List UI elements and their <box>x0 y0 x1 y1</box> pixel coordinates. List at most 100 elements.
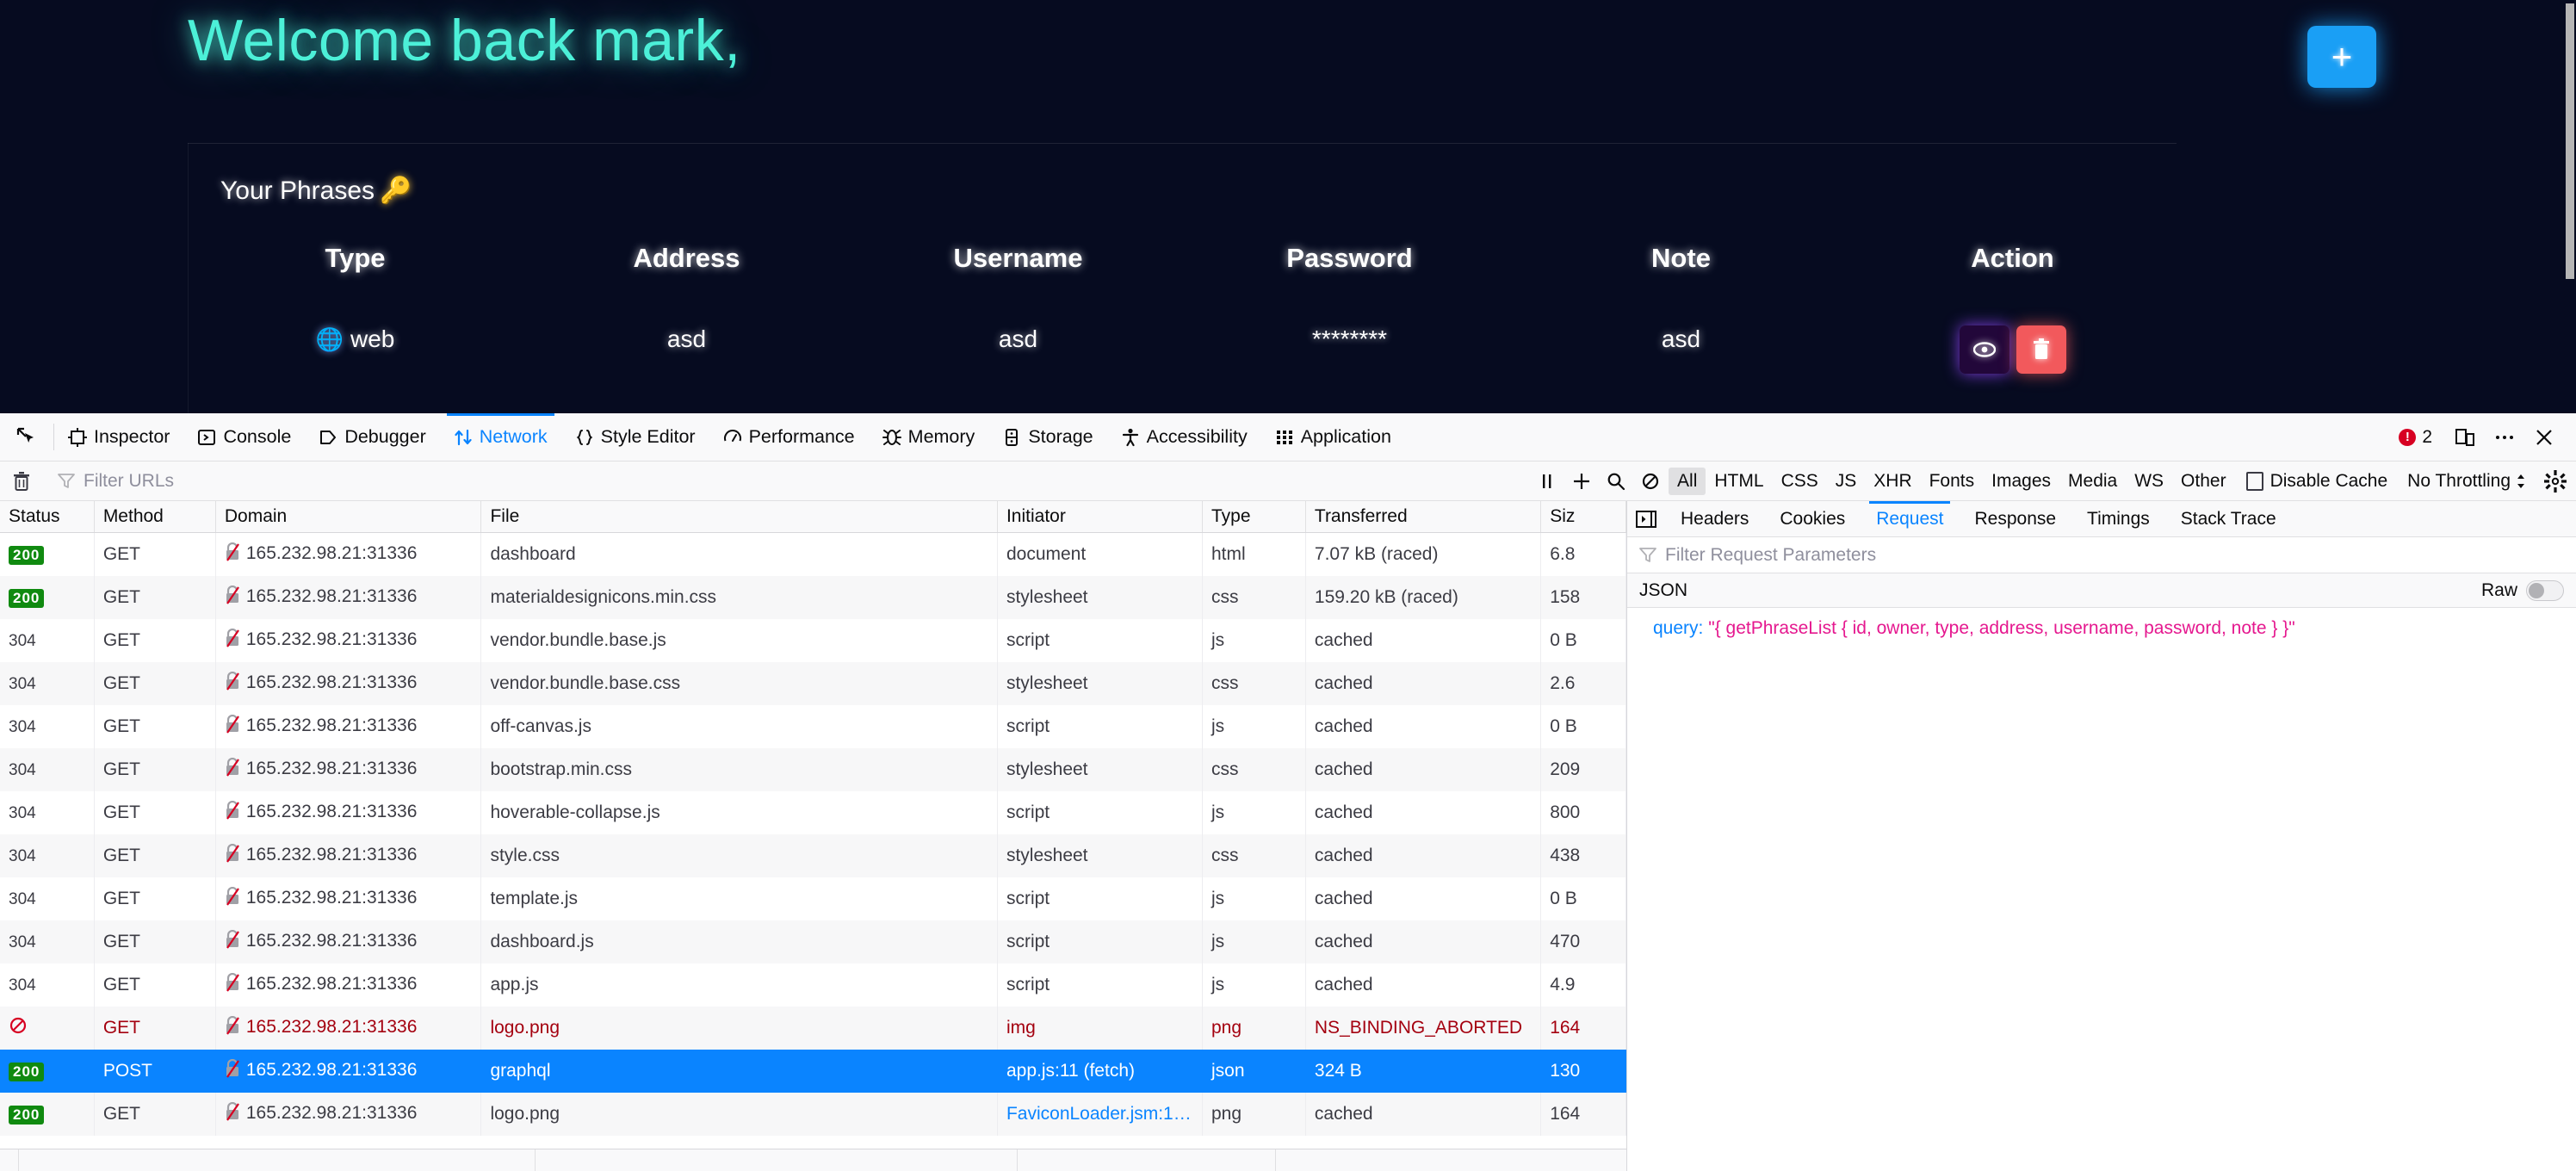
details-tab-request[interactable]: Request <box>1861 501 1959 536</box>
type-filter-fonts[interactable]: Fonts <box>1921 468 1984 495</box>
col-status[interactable]: Status <box>0 501 95 533</box>
cell-transferred: cached <box>1305 1092 1542 1136</box>
table-row[interactable]: 304 GET 165.232.98.21:31336 app.js script js c… <box>0 963 1626 1007</box>
cell-domain: 165.232.98.21:31336 <box>215 747 482 791</box>
tab-performance[interactable]: Performance <box>709 413 869 461</box>
table-row[interactable]: 304 GET 165.232.98.21:31336 vendor.bundle.b… <box>0 618 1626 662</box>
web-app-viewport: Welcome back mark, + Your Phrases 🔑 Type … <box>0 0 2576 413</box>
table-row[interactable]: 200 GET 165.232.98.21:31336 dashboard docume… <box>0 532 1626 576</box>
table-row[interactable]: 304 GET 165.232.98.21:31336 template.js scri… <box>0 877 1626 920</box>
devtools-close-button[interactable] <box>2524 420 2564 455</box>
type-filter-js[interactable]: JS <box>1827 468 1866 495</box>
col-size[interactable]: Siz <box>1540 501 1626 533</box>
tab-style-editor[interactable]: Style Editor <box>561 413 709 461</box>
cell-status: 304 <box>0 963 95 1007</box>
tab-memory[interactable]: Memory <box>869 413 989 461</box>
table-row[interactable]: 304 GET 165.232.98.21:31336 off-canvas.js sc… <box>0 704 1626 748</box>
devtools-more-options-button[interactable] <box>2485 420 2524 455</box>
raw-toggle-group[interactable]: Raw <box>2480 579 2564 601</box>
filter-request-parameters-input[interactable]: Filter Request Parameters <box>1627 537 2576 573</box>
broken-lock-icon <box>225 1015 240 1040</box>
tab-console[interactable]: Console <box>183 413 305 461</box>
add-phrase-button[interactable]: + <box>2307 26 2376 88</box>
filter-urls-placeholder: Filter URLs <box>84 470 175 491</box>
table-row[interactable]: 304 GET 165.232.98.21:31336 hoverable-colla… <box>0 790 1626 834</box>
type-filter-xhr[interactable]: XHR <box>1865 468 1920 495</box>
block-requests-button[interactable] <box>1633 466 1668 497</box>
details-tab-response[interactable]: Response <box>1959 501 2071 536</box>
type-filter-images[interactable]: Images <box>1983 468 2059 495</box>
table-row[interactable]: 304 GET 165.232.98.21:31336 bootstrap.min.c… <box>0 747 1626 791</box>
performance-icon <box>723 429 741 442</box>
search-requests-button[interactable] <box>1599 466 1633 497</box>
cell-size: 164 <box>1540 1092 1626 1136</box>
details-tab-cookies[interactable]: Cookies <box>1764 501 1861 536</box>
console-icon <box>198 429 216 445</box>
request-details-pane: Headers Cookies Request Response Timings… <box>1627 501 2576 1171</box>
delete-phrase-button[interactable] <box>2016 325 2066 374</box>
col-type[interactable]: Type <box>1202 501 1306 533</box>
element-picker-button[interactable] <box>0 413 53 461</box>
filter-icon <box>58 473 75 488</box>
page-scrollbar-thumb[interactable] <box>2566 3 2574 279</box>
raw-toggle-knob <box>2529 582 2544 598</box>
details-tab-headers[interactable]: Headers <box>1665 501 1764 536</box>
tab-debugger[interactable]: Debugger <box>305 413 439 461</box>
cell-transferred: cached <box>1305 877 1542 920</box>
filter-urls-input[interactable]: Filter URLs <box>44 471 174 492</box>
storage-icon <box>1006 428 1019 446</box>
plus-icon: + <box>2331 36 2353 77</box>
devtools-toolbar-right: ! 2 <box>2387 413 2576 461</box>
table-row[interactable]: 200 GET 165.232.98.21:31336 logo.png Favicon… <box>0 1092 1626 1136</box>
cell-status: 200 <box>0 1092 95 1136</box>
tab-accessibility[interactable]: Accessibility <box>1107 413 1261 461</box>
type-filter-ws[interactable]: WS <box>2126 468 2172 495</box>
network-icon <box>455 429 472 445</box>
tab-inspector[interactable]: Inspector <box>54 413 183 461</box>
error-count-badge[interactable]: ! 2 <box>2387 427 2444 448</box>
cell-file: logo.png <box>480 1092 998 1136</box>
col-transferred[interactable]: Transferred <box>1305 501 1542 533</box>
col-initiator[interactable]: Initiator <box>997 501 1204 533</box>
table-row[interactable]: GET 165.232.98.21:31336 logo.png img png NS_B… <box>0 1006 1626 1050</box>
cell-password: ******** <box>1311 325 1388 352</box>
view-password-button[interactable] <box>1959 325 2009 374</box>
col-method[interactable]: Method <box>94 501 216 533</box>
type-filter-other[interactable]: Other <box>2172 468 2235 495</box>
expand-details-button[interactable] <box>1627 501 1665 536</box>
request-details-tablist: Headers Cookies Request Response Timings… <box>1627 501 2576 537</box>
tab-label: Application <box>1300 426 1391 447</box>
col-domain[interactable]: Domain <box>215 501 482 533</box>
type-filter-media[interactable]: Media <box>2059 468 2126 495</box>
cell-status: 304 <box>0 877 95 920</box>
network-settings-button[interactable] <box>2535 469 2576 493</box>
col-file[interactable]: File <box>480 501 998 533</box>
clear-requests-button[interactable] <box>0 471 43 492</box>
type-filter-html[interactable]: HTML <box>1706 468 1772 495</box>
table-row[interactable]: 304 GET 165.232.98.21:31336 dashboard.js scr… <box>0 920 1626 963</box>
type-filter-css[interactable]: CSS <box>1773 468 1827 495</box>
table-row[interactable]: 200 GET 165.232.98.21:31336 materialdesigni… <box>0 575 1626 619</box>
pause-requests-button[interactable] <box>1530 466 1564 497</box>
disable-cache-checkbox[interactable]: Disable Cache <box>2236 471 2399 492</box>
table-row[interactable]: 200 POST 165.232.98.21:31336 graphql app.js:… <box>0 1049 1626 1093</box>
status-segment-4 <box>1018 1149 1276 1171</box>
cell-username: asd <box>998 325 1038 352</box>
responsive-design-mode-button[interactable] <box>2445 420 2485 455</box>
tab-storage[interactable]: Storage <box>988 413 1106 461</box>
new-request-button[interactable] <box>1564 466 1599 497</box>
details-tab-stack-trace[interactable]: Stack Trace <box>2165 501 2292 536</box>
raw-toggle[interactable] <box>2526 579 2564 601</box>
throttling-select[interactable]: No Throttling <box>2399 471 2535 492</box>
details-tab-timings[interactable]: Timings <box>2071 501 2165 536</box>
tab-network[interactable]: Network <box>440 413 561 461</box>
status-badge: 200 <box>9 545 45 565</box>
tab-application[interactable]: Application <box>1261 413 1405 461</box>
close-icon <box>2536 429 2552 445</box>
table-row[interactable]: 304 GET 165.232.98.21:31336 vendor.bundle.b… <box>0 661 1626 705</box>
type-filter-all[interactable]: All <box>1669 467 1706 495</box>
raw-label: Raw <box>2480 579 2517 600</box>
page-scrollbar[interactable] <box>2564 0 2576 413</box>
broken-lock-icon <box>225 714 240 739</box>
table-row[interactable]: 304 GET 165.232.98.21:31336 style.css styles… <box>0 833 1626 877</box>
